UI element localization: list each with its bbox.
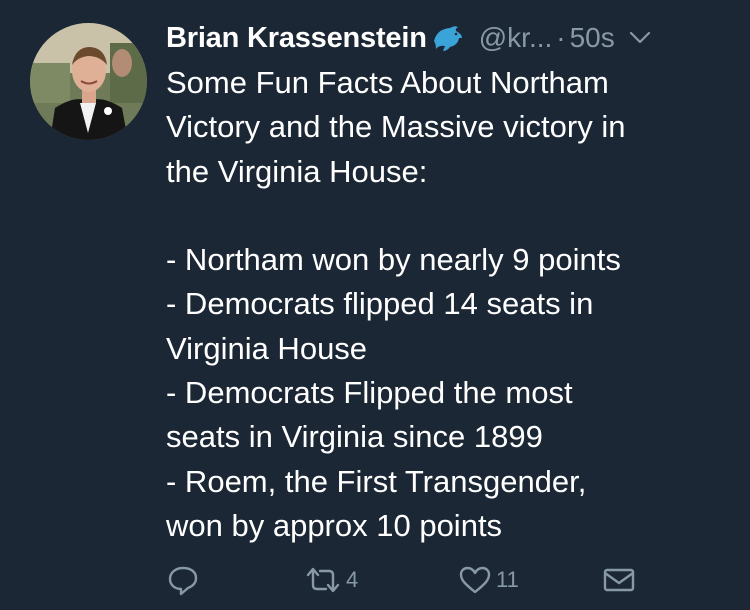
envelope-icon	[602, 566, 636, 594]
reply-button[interactable]	[166, 560, 200, 600]
author-handle[interactable]: @kr...	[479, 22, 553, 54]
tweet-header: Brian Krassenstein @kr... · 50s	[166, 14, 736, 62]
like-button[interactable]: 11	[458, 560, 519, 600]
like-count: 11	[496, 567, 519, 592]
direct-message-button[interactable]	[602, 560, 636, 600]
separator-dot: ·	[556, 22, 566, 53]
retweet-button[interactable]: 4	[304, 560, 358, 600]
chevron-down-icon[interactable]	[629, 31, 651, 45]
retweet-icon	[304, 565, 342, 595]
avatar[interactable]	[30, 23, 147, 140]
retweet-count: 4	[346, 567, 359, 592]
dolphin-icon	[431, 23, 465, 53]
tweet-actions: 4 11	[166, 560, 646, 600]
author-display-name[interactable]: Brian Krassenstein	[166, 22, 427, 55]
heart-icon	[458, 565, 492, 595]
tweet: Brian Krassenstein @kr... · 50s Some Fun…	[0, 0, 750, 610]
reply-icon	[166, 563, 200, 597]
tweet-text: Some Fun Facts About Northam Victory and…	[166, 65, 626, 543]
timestamp[interactable]: 50s	[570, 22, 615, 54]
